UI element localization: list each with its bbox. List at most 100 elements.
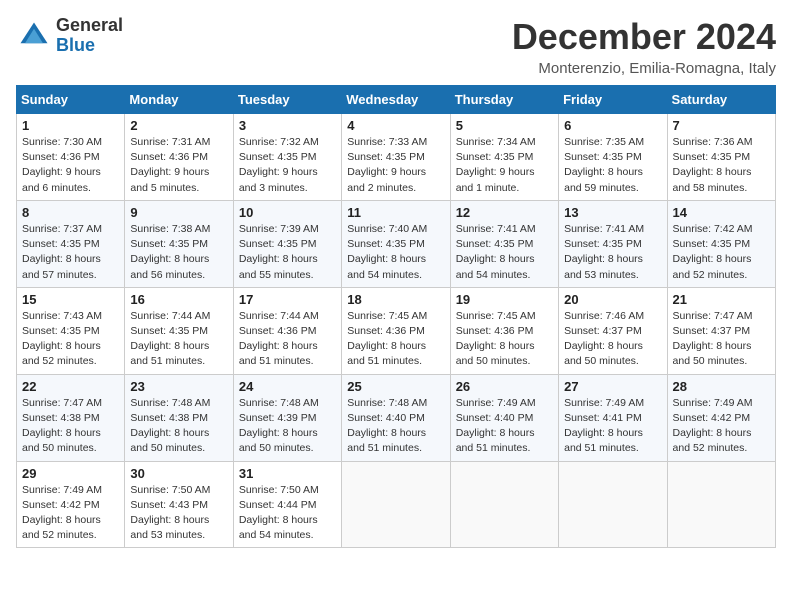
day-number: 13 (564, 205, 661, 220)
calendar-header-thursday: Thursday (450, 86, 558, 114)
day-number: 8 (22, 205, 119, 220)
day-info: Sunrise: 7:45 AMSunset: 4:36 PMDaylight:… (456, 309, 553, 370)
day-number: 12 (456, 205, 553, 220)
calendar-cell: 28 Sunrise: 7:49 AMSunset: 4:42 PMDayligh… (667, 374, 775, 461)
day-number: 19 (456, 292, 553, 307)
calendar-cell: 7 Sunrise: 7:36 AMSunset: 4:35 PMDaylight… (667, 114, 775, 201)
calendar-cell: 23Sunrise: 7:48 AMSunset: 4:38 PMDayligh… (125, 374, 233, 461)
calendar-cell: 9 Sunrise: 7:38 AMSunset: 4:35 PMDaylight… (125, 200, 233, 287)
calendar-cell: 31 Sunrise: 7:50 AMSunset: 4:44 PMDayligh… (233, 461, 341, 548)
day-number: 14 (673, 205, 770, 220)
calendar-cell: 16 Sunrise: 7:44 AMSunset: 4:35 PMDayligh… (125, 287, 233, 374)
day-number: 7 (673, 118, 770, 133)
calendar-cell: 26Sunrise: 7:49 AMSunset: 4:40 PMDayligh… (450, 374, 558, 461)
calendar-cell: 8Sunrise: 7:37 AMSunset: 4:35 PMDaylight… (17, 200, 125, 287)
day-info: Sunrise: 7:49 AMSunset: 4:40 PMDaylight:… (456, 396, 553, 457)
day-number: 10 (239, 205, 336, 220)
calendar-cell: 18Sunrise: 7:45 AMSunset: 4:36 PMDayligh… (342, 287, 450, 374)
day-number: 9 (130, 205, 227, 220)
day-number: 25 (347, 379, 444, 394)
day-info: Sunrise: 7:46 AMSunset: 4:37 PMDaylight:… (564, 309, 661, 370)
day-number: 28 (673, 379, 770, 394)
calendar-week-1: 1Sunrise: 7:30 AMSunset: 4:36 PMDaylight… (17, 114, 776, 201)
day-info: Sunrise: 7:44 AMSunset: 4:36 PMDaylight:… (239, 309, 336, 370)
calendar-cell: 3Sunrise: 7:32 AMSunset: 4:35 PMDaylight… (233, 114, 341, 201)
day-info: Sunrise: 7:44 AMSunset: 4:35 PMDaylight:… (130, 309, 227, 370)
calendar-cell: 4Sunrise: 7:33 AMSunset: 4:35 PMDaylight… (342, 114, 450, 201)
day-info: Sunrise: 7:41 AMSunset: 4:35 PMDaylight:… (564, 222, 661, 283)
calendar-week-5: 29 Sunrise: 7:49 AMSunset: 4:42 PMDayligh… (17, 461, 776, 548)
calendar-cell: 13 Sunrise: 7:41 AMSunset: 4:35 PMDayligh… (559, 200, 667, 287)
calendar-cell: 22Sunrise: 7:47 AMSunset: 4:38 PMDayligh… (17, 374, 125, 461)
day-number: 15 (22, 292, 119, 307)
calendar-cell: 12Sunrise: 7:41 AMSunset: 4:35 PMDayligh… (450, 200, 558, 287)
day-info: Sunrise: 7:49 AMSunset: 4:41 PMDaylight:… (564, 396, 661, 457)
logo: General Blue (16, 16, 123, 56)
calendar-cell (342, 461, 450, 548)
day-info: Sunrise: 7:32 AMSunset: 4:35 PMDaylight:… (239, 135, 336, 196)
calendar-header-saturday: Saturday (667, 86, 775, 114)
calendar-cell: 21 Sunrise: 7:47 AMSunset: 4:37 PMDayligh… (667, 287, 775, 374)
calendar-cell: 1Sunrise: 7:30 AMSunset: 4:36 PMDaylight… (17, 114, 125, 201)
day-number: 24 (239, 379, 336, 394)
calendar-header-sunday: Sunday (17, 86, 125, 114)
calendar-header-row: SundayMondayTuesdayWednesdayThursdayFrid… (17, 86, 776, 114)
day-info: Sunrise: 7:35 AMSunset: 4:35 PMDaylight:… (564, 135, 661, 196)
day-info: Sunrise: 7:34 AMSunset: 4:35 PMDaylight:… (456, 135, 553, 196)
day-number: 29 (22, 466, 119, 481)
calendar-cell: 30 Sunrise: 7:50 AMSunset: 4:43 PMDayligh… (125, 461, 233, 548)
calendar-cell: 17 Sunrise: 7:44 AMSunset: 4:36 PMDayligh… (233, 287, 341, 374)
day-number: 30 (130, 466, 227, 481)
calendar-week-4: 22Sunrise: 7:47 AMSunset: 4:38 PMDayligh… (17, 374, 776, 461)
day-info: Sunrise: 7:49 AMSunset: 4:42 PMDaylight:… (22, 483, 119, 544)
calendar-header-friday: Friday (559, 86, 667, 114)
calendar-cell: 14Sunrise: 7:42 AMSunset: 4:35 PMDayligh… (667, 200, 775, 287)
day-info: Sunrise: 7:48 AMSunset: 4:39 PMDaylight:… (239, 396, 336, 457)
day-info: Sunrise: 7:43 AMSunset: 4:35 PMDaylight:… (22, 309, 119, 370)
calendar-cell: 6Sunrise: 7:35 AMSunset: 4:35 PMDaylight… (559, 114, 667, 201)
day-number: 16 (130, 292, 227, 307)
day-info: Sunrise: 7:49 AMSunset: 4:42 PMDaylight:… (673, 396, 770, 457)
day-info: Sunrise: 7:48 AMSunset: 4:40 PMDaylight:… (347, 396, 444, 457)
calendar-cell: 11 Sunrise: 7:40 AMSunset: 4:35 PMDayligh… (342, 200, 450, 287)
day-info: Sunrise: 7:50 AMSunset: 4:44 PMDaylight:… (239, 483, 336, 544)
calendar-cell: 20 Sunrise: 7:46 AMSunset: 4:37 PMDayligh… (559, 287, 667, 374)
calendar-cell: 15 Sunrise: 7:43 AMSunset: 4:35 PMDayligh… (17, 287, 125, 374)
logo-text: General Blue (56, 16, 123, 56)
month-title: December 2024 (512, 16, 776, 58)
day-number: 21 (673, 292, 770, 307)
calendar-week-2: 8Sunrise: 7:37 AMSunset: 4:35 PMDaylight… (17, 200, 776, 287)
day-info: Sunrise: 7:47 AMSunset: 4:38 PMDaylight:… (22, 396, 119, 457)
day-number: 11 (347, 205, 444, 220)
calendar-cell: 25 Sunrise: 7:48 AMSunset: 4:40 PMDayligh… (342, 374, 450, 461)
day-info: Sunrise: 7:39 AMSunset: 4:35 PMDaylight:… (239, 222, 336, 283)
calendar-cell: 19 Sunrise: 7:45 AMSunset: 4:36 PMDayligh… (450, 287, 558, 374)
calendar-cell: 24 Sunrise: 7:48 AMSunset: 4:39 PMDayligh… (233, 374, 341, 461)
day-info: Sunrise: 7:33 AMSunset: 4:35 PMDaylight:… (347, 135, 444, 196)
logo-general: General (56, 16, 123, 36)
day-number: 20 (564, 292, 661, 307)
day-info: Sunrise: 7:40 AMSunset: 4:35 PMDaylight:… (347, 222, 444, 283)
calendar-cell (667, 461, 775, 548)
day-info: Sunrise: 7:50 AMSunset: 4:43 PMDaylight:… (130, 483, 227, 544)
location: Monterenzio, Emilia-Romagna, Italy (512, 60, 776, 77)
calendar-cell: 2Sunrise: 7:31 AMSunset: 4:36 PMDaylight… (125, 114, 233, 201)
day-info: Sunrise: 7:47 AMSunset: 4:37 PMDaylight:… (673, 309, 770, 370)
calendar-week-3: 15 Sunrise: 7:43 AMSunset: 4:35 PMDayligh… (17, 287, 776, 374)
calendar-header-monday: Monday (125, 86, 233, 114)
day-info: Sunrise: 7:45 AMSunset: 4:36 PMDaylight:… (347, 309, 444, 370)
day-info: Sunrise: 7:48 AMSunset: 4:38 PMDaylight:… (130, 396, 227, 457)
day-info: Sunrise: 7:38 AMSunset: 4:35 PMDaylight:… (130, 222, 227, 283)
calendar-cell: 5Sunrise: 7:34 AMSunset: 4:35 PMDaylight… (450, 114, 558, 201)
logo-icon (16, 18, 52, 54)
calendar-cell: 10 Sunrise: 7:39 AMSunset: 4:35 PMDayligh… (233, 200, 341, 287)
title-block: December 2024 Monterenzio, Emilia-Romagn… (512, 16, 776, 77)
day-number: 27 (564, 379, 661, 394)
calendar-cell: 27 Sunrise: 7:49 AMSunset: 4:41 PMDayligh… (559, 374, 667, 461)
day-info: Sunrise: 7:36 AMSunset: 4:35 PMDaylight:… (673, 135, 770, 196)
page-header: General Blue December 2024 Monterenzio, … (16, 16, 776, 77)
calendar-cell: 29 Sunrise: 7:49 AMSunset: 4:42 PMDayligh… (17, 461, 125, 548)
day-number: 31 (239, 466, 336, 481)
day-number: 17 (239, 292, 336, 307)
calendar-table: SundayMondayTuesdayWednesdayThursdayFrid… (16, 85, 776, 548)
